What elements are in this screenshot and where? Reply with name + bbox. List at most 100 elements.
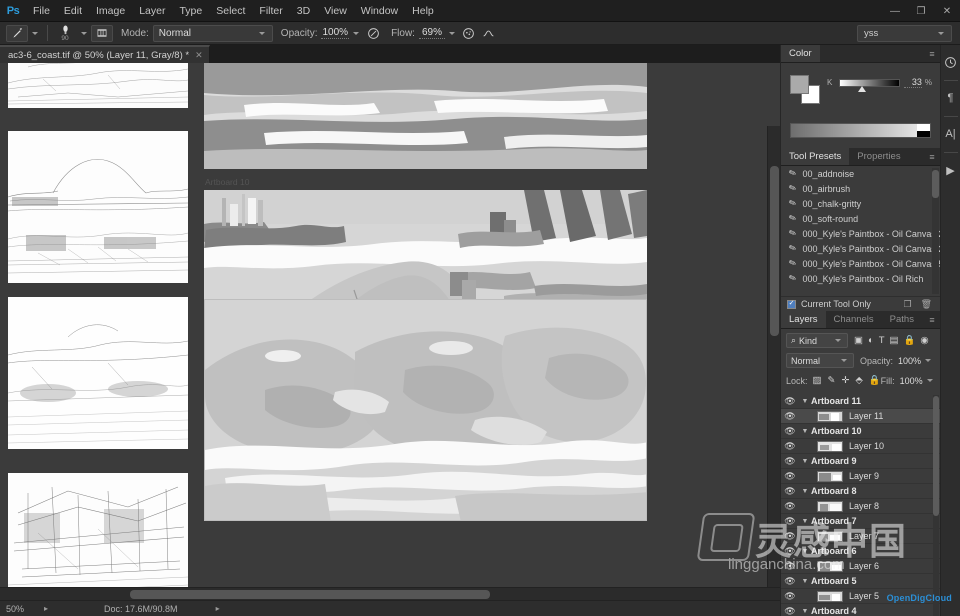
visibility-eye-icon[interactable]: 👁: [781, 561, 799, 572]
tool-preset-item[interactable]: ✎ 00_soft-round: [781, 211, 940, 226]
menu-item-file[interactable]: File: [26, 0, 57, 22]
menu-item-view[interactable]: View: [317, 0, 354, 22]
visibility-eye-icon[interactable]: 👁: [781, 606, 799, 616]
filter-shape-icon[interactable]: ▤: [890, 335, 899, 346]
airbrush-icon[interactable]: [459, 24, 479, 43]
layer-row[interactable]: 👁 Layer 7: [781, 529, 940, 544]
layer-row[interactable]: 👁 Layer 11: [781, 409, 940, 424]
k-slider-track[interactable]: [839, 78, 900, 92]
layer-thumbnail[interactable]: [817, 590, 843, 602]
layer-row[interactable]: 👁 Layer 10: [781, 439, 940, 454]
visibility-eye-icon[interactable]: 👁: [781, 456, 799, 467]
smoothing-icon[interactable]: [479, 24, 499, 43]
brush-preset-picker-icon[interactable]: 90: [53, 24, 77, 43]
zoom-arrow-icon[interactable]: ▸: [44, 604, 48, 613]
tool-preset-item[interactable]: ✎ 00_airbrush: [781, 181, 940, 196]
layer-thumbnail[interactable]: [817, 500, 843, 512]
panel-menu-icon[interactable]: ≡: [924, 148, 940, 165]
artboard-thumb-sketch-2[interactable]: [8, 297, 188, 449]
close-icon[interactable]: ✕: [195, 50, 203, 61]
canvas-horizontal-scrollbar[interactable]: [0, 587, 780, 600]
layer-row[interactable]: 👁 Layer 9: [781, 469, 940, 484]
tool-preset-item[interactable]: ✎ 000_Kyle's Paintbox - Oil Canvas 5: [781, 256, 940, 271]
scroll-thumb[interactable]: [770, 166, 779, 336]
k-value-input[interactable]: 33: [903, 77, 922, 88]
layer-list[interactable]: 👁 ▼ Artboard 11 👁 Layer 11 👁 ▼ Artboard …: [781, 394, 940, 616]
active-tool-group[interactable]: [6, 22, 42, 45]
black-swatch[interactable]: [917, 130, 930, 137]
tab-color[interactable]: Color: [781, 45, 820, 62]
visibility-eye-icon[interactable]: 👁: [781, 531, 799, 542]
artboard-selected-artwork[interactable]: [204, 299, 647, 521]
menu-item-image[interactable]: Image: [89, 0, 132, 22]
menu-item-help[interactable]: Help: [405, 0, 441, 22]
canvas-vertical-scrollbar[interactable]: [767, 126, 780, 600]
brush-settings-group[interactable]: [91, 22, 113, 45]
history-icon[interactable]: [942, 51, 960, 73]
filter-toggle-icon[interactable]: ◉: [920, 335, 928, 346]
workspace-dropdown[interactable]: yss: [857, 25, 952, 42]
filter-type-icon[interactable]: T: [879, 335, 885, 346]
brush-picker-caret-icon[interactable]: [81, 31, 87, 35]
visibility-eye-icon[interactable]: 👁: [781, 396, 799, 407]
layer-group-row[interactable]: 👁 ▼ Artboard 6: [781, 544, 940, 559]
foreground-color-swatch[interactable]: [790, 75, 809, 94]
tool-preset-item[interactable]: ✎ 000_Kyle's Paintbox - Oil Canvas 2 - C…: [781, 241, 940, 256]
tool-preset-caret-icon[interactable]: [32, 31, 38, 35]
layer-thumbnail[interactable]: [817, 560, 843, 572]
menu-item-window[interactable]: Window: [354, 0, 405, 22]
visibility-eye-icon[interactable]: 👁: [781, 546, 799, 557]
lock-image-icon[interactable]: ✎: [828, 375, 836, 386]
layer-thumbnail[interactable]: [817, 470, 843, 482]
tab-layers[interactable]: Layers: [781, 311, 826, 328]
filter-pixel-icon[interactable]: ▣: [854, 335, 863, 346]
tab-channels[interactable]: Channels: [825, 311, 882, 328]
layer-thumbnail[interactable]: [817, 440, 843, 452]
zoom-level[interactable]: 50%: [6, 604, 40, 614]
visibility-eye-icon[interactable]: 👁: [781, 426, 799, 437]
artboard-10-artwork[interactable]: [204, 63, 647, 169]
tab-properties[interactable]: Properties: [849, 148, 909, 165]
scroll-thumb[interactable]: [932, 170, 939, 198]
lock-artboard-icon[interactable]: ⬘: [855, 375, 862, 386]
visibility-eye-icon[interactable]: 👁: [781, 591, 799, 602]
notes-icon[interactable]: ¶: [942, 87, 960, 109]
chevron-down-icon[interactable]: ▼: [799, 458, 811, 465]
brush-panel-icon[interactable]: [91, 24, 113, 42]
panel-menu-icon[interactable]: ≡: [924, 311, 940, 328]
chevron-down-icon[interactable]: ▼: [799, 518, 811, 525]
lock-position-icon[interactable]: ✛: [841, 375, 849, 386]
visibility-eye-icon[interactable]: 👁: [781, 501, 799, 512]
maximize-button[interactable]: ❐: [908, 0, 934, 22]
scroll-thumb[interactable]: [130, 590, 490, 599]
opacity-input[interactable]: 100%: [321, 27, 350, 39]
scroll-thumb[interactable]: [933, 396, 939, 516]
layer-group-row[interactable]: 👁 ▼ Artboard 11: [781, 394, 940, 409]
fill-caret-icon[interactable]: [926, 379, 933, 382]
layer-group-row[interactable]: 👁 ▼ Artboard 4: [781, 604, 940, 616]
panel-menu-icon[interactable]: ≡: [924, 45, 940, 62]
filter-adjustment-icon[interactable]: ◐: [868, 335, 874, 346]
status-menu-arrow-icon[interactable]: ▸: [216, 604, 220, 613]
minimize-button[interactable]: —: [882, 0, 908, 22]
color-ramp[interactable]: [790, 123, 931, 138]
new-preset-icon[interactable]: ❐: [903, 299, 911, 310]
document-tab[interactable]: ac3-6_coast.tif @ 50% (Layer 11, Gray/8)…: [0, 45, 210, 63]
tool-presets-list[interactable]: ✎ 00_addnoise ✎ 00_airbrush ✎ 00_chalk-g…: [781, 166, 940, 296]
opacity-caret-icon[interactable]: [353, 31, 360, 35]
artboard-thumb-sketch-1[interactable]: [8, 131, 188, 283]
menu-item-3d[interactable]: 3D: [290, 0, 317, 22]
blend-mode-dropdown[interactable]: Normal: [152, 24, 273, 42]
layer-row[interactable]: 👁 Layer 6: [781, 559, 940, 574]
lock-all-icon[interactable]: 🔒: [869, 375, 881, 386]
layer-group-row[interactable]: 👁 ▼ Artboard 7: [781, 514, 940, 529]
visibility-eye-icon[interactable]: 👁: [781, 576, 799, 587]
chevron-down-icon[interactable]: ▼: [799, 578, 811, 585]
menu-item-type[interactable]: Type: [172, 0, 209, 22]
close-button[interactable]: ✕: [934, 0, 960, 22]
menu-item-layer[interactable]: Layer: [132, 0, 172, 22]
k-slider-handle[interactable]: [857, 85, 866, 92]
visibility-eye-icon[interactable]: 👁: [781, 411, 799, 422]
layer-row[interactable]: 👁 Layer 8: [781, 499, 940, 514]
delete-preset-icon[interactable]: 🗑: [921, 299, 932, 310]
